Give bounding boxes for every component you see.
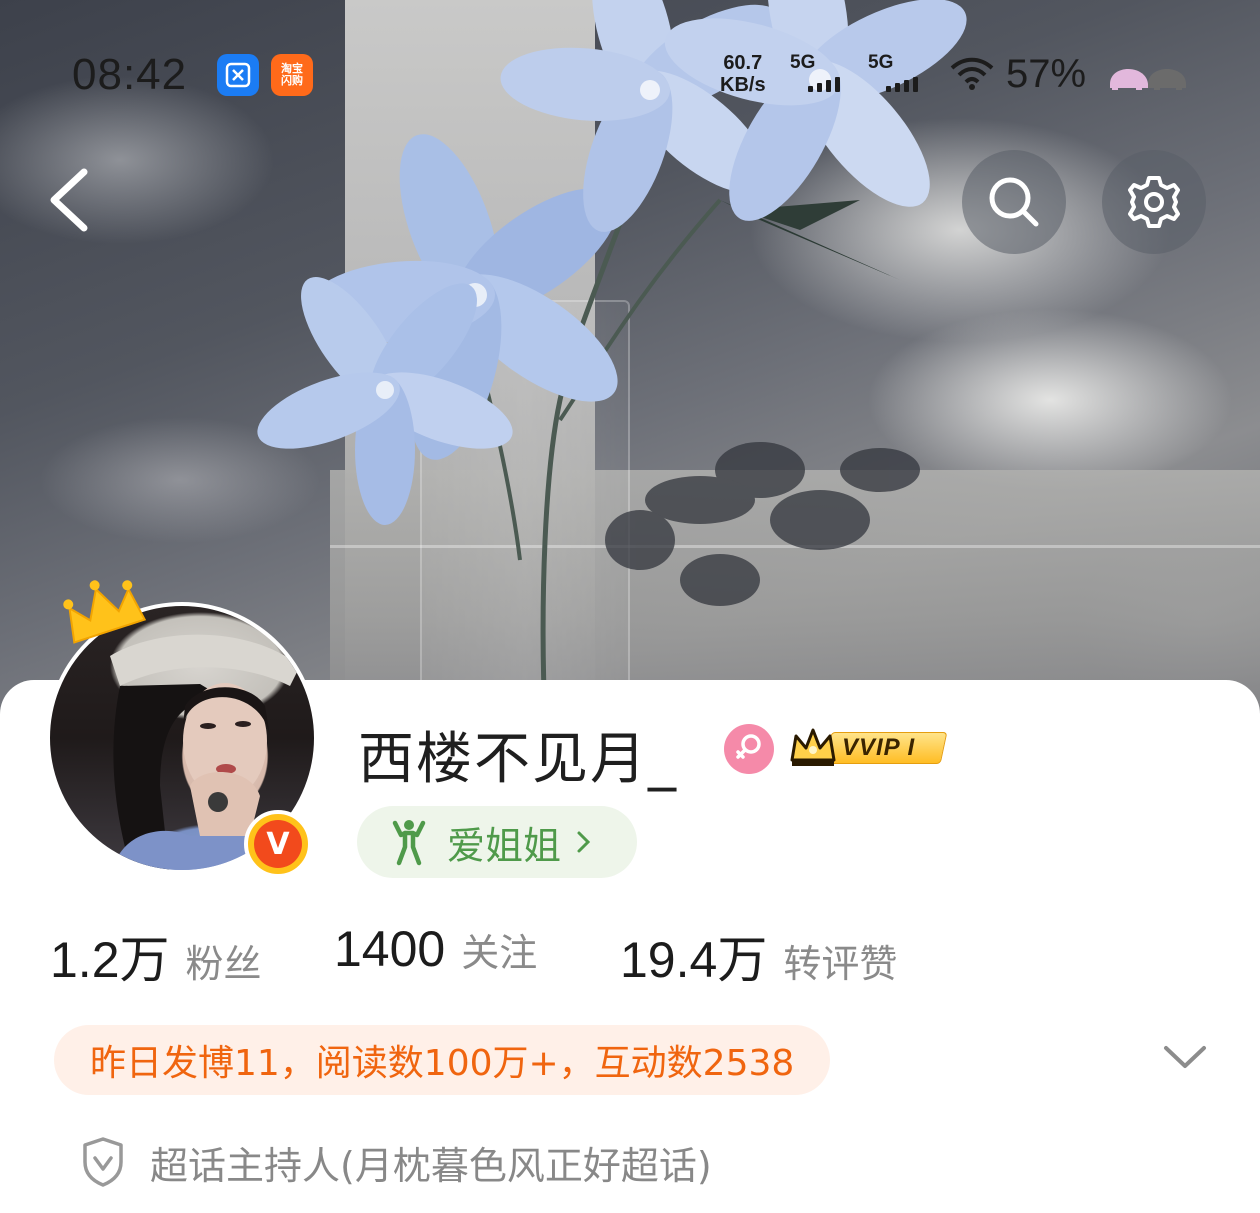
settings-button[interactable] (1102, 150, 1206, 254)
wifi-icon (950, 56, 994, 94)
signal-2-label: 5G (868, 52, 894, 73)
search-icon (989, 177, 1039, 227)
vip-crown-icon (790, 728, 836, 766)
network-speed: 60.7 KB/s (720, 52, 766, 96)
verified-badge: V (244, 810, 312, 878)
activity-summary-text: 昨日发博11，阅读数100万+，互动数2538 (90, 1043, 795, 1084)
stat-interactions[interactable]: 19.4万 转评赞 (620, 920, 897, 992)
activity-summary-pill[interactable]: 昨日发博11，阅读数100万+，互动数2538 (54, 1025, 831, 1095)
signal-2: 5G (868, 52, 918, 96)
chevron-right-icon (577, 831, 591, 853)
chevron-left-icon (50, 168, 88, 232)
expand-button[interactable] (1160, 1040, 1210, 1080)
username: 西楼不见月_ (358, 727, 678, 792)
search-button[interactable] (962, 150, 1066, 254)
user-tag-button[interactable]: 爱姐姐 (357, 806, 637, 878)
signal-bars-icon (886, 76, 918, 92)
vvip-badge[interactable]: VVIP I (788, 726, 948, 768)
gear-icon (1128, 176, 1180, 228)
vvip-badge-label: VVIP I (842, 734, 916, 761)
stat-interactions-value: 19.4万 (620, 932, 768, 988)
super-topic-host-row[interactable]: 超话主持人(月枕暮色风正好超话) (80, 1132, 712, 1192)
battery-icon (1106, 58, 1190, 96)
signal-1-label: 5G (790, 52, 816, 73)
scissors-app-icon (217, 54, 259, 96)
user-tag-label: 爱姐姐 (447, 823, 562, 868)
network-speed-value: 60.7 (723, 52, 763, 74)
signal-1: 5G (790, 52, 840, 96)
stat-following[interactable]: 1400 关注 (334, 920, 537, 978)
signal-bars-icon (808, 76, 840, 92)
shield-icon (83, 1137, 123, 1187)
stat-followers-label: 粉丝 (185, 942, 262, 986)
avatar-container[interactable]: V (46, 580, 318, 878)
chevron-down-icon (1164, 1046, 1206, 1068)
stat-interactions-label: 转评赞 (783, 942, 898, 986)
status-time: 08:42 (72, 50, 188, 99)
network-speed-unit: KB/s (720, 74, 766, 96)
back-button[interactable] (40, 160, 110, 240)
status-bar: 08:42 淘宝 闪购 60.7 KB/s 5G 5G 57% (0, 40, 1260, 110)
verified-badge-label: V (254, 820, 302, 868)
battery-percent: 57% (1006, 52, 1087, 96)
fitness-person-icon (392, 820, 426, 866)
female-gender-icon (724, 724, 774, 774)
stat-following-label: 关注 (461, 931, 538, 975)
stat-followers-value: 1.2万 (50, 932, 170, 988)
super-topic-host-text: 超话主持人(月枕暮色风正好超话) (150, 1143, 712, 1188)
stat-following-value: 1400 (334, 921, 446, 977)
stat-followers[interactable]: 1.2万 粉丝 (50, 920, 262, 992)
taobao-flash-app-icon: 淘宝 闪购 (271, 54, 313, 96)
